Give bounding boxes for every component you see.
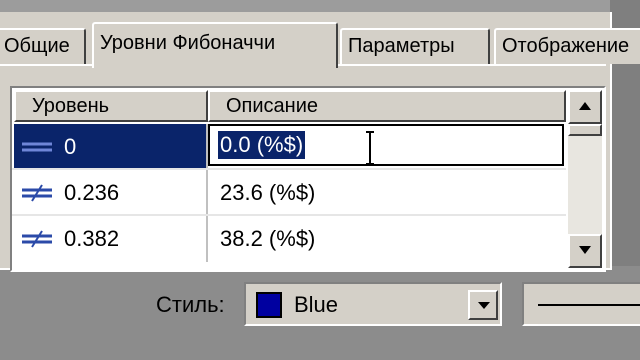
color-name: Blue <box>294 292 339 317</box>
level-value: 0.236 <box>64 180 120 205</box>
style-label: Стиль: <box>156 292 225 317</box>
column-header-description[interactable]: Описание <box>208 90 566 122</box>
table-row[interactable]: 0.382 38.2 (%$) <box>14 216 568 262</box>
vertical-scrollbar[interactable] <box>568 90 602 268</box>
scroll-up-button[interactable] <box>568 90 602 124</box>
level-value: 0 <box>64 134 77 159</box>
line-style-select[interactable] <box>522 282 640 326</box>
levels-list[interactable]: Уровень Описание 0 0.0 (%$) 0.236 23.6 (… <box>10 86 606 272</box>
level-cell[interactable]: 0.236 <box>14 170 206 216</box>
tab-fibonacci-levels[interactable]: Уровни Фибоначчи <box>92 22 338 68</box>
level-value: 0.382 <box>64 226 120 251</box>
text-cursor-icon <box>366 131 374 165</box>
dropdown-button[interactable] <box>468 290 498 320</box>
description-cell[interactable]: 23.6 (%$) <box>208 170 566 216</box>
tab-parameters[interactable]: Параметры <box>340 28 490 64</box>
description-edit-text[interactable]: 0.0 (%$) <box>218 131 306 159</box>
tab-strip: Общие Параметры Отображение Уровни Фибон… <box>0 18 640 70</box>
table-row[interactable]: 0 0.0 (%$) <box>14 124 568 170</box>
scroll-thumb[interactable] <box>568 124 602 136</box>
description-value: 38.2 (%$) <box>220 226 316 251</box>
arrow-down-icon <box>579 246 591 254</box>
column-header-level[interactable]: Уровень <box>14 90 208 122</box>
arrow-up-icon <box>579 102 591 110</box>
tab-display[interactable]: Отображение <box>494 28 640 64</box>
description-cell[interactable]: 0.0 (%$) <box>208 124 566 170</box>
description-value: 23.6 (%$) <box>220 180 316 205</box>
description-cell[interactable]: 38.2 (%$) <box>208 216 566 262</box>
style-color-select[interactable]: Blue <box>244 282 502 326</box>
list-header: Уровень Описание <box>14 90 568 122</box>
level-cell[interactable]: 0 <box>14 124 206 170</box>
fibonacci-properties-dialog: Общие Параметры Отображение Уровни Фибон… <box>0 12 640 272</box>
color-swatch <box>256 292 282 318</box>
line-style-sample <box>538 304 640 306</box>
table-row[interactable]: 0.236 23.6 (%$) <box>14 170 568 216</box>
description-edit-field[interactable]: 0.0 (%$) <box>208 124 564 166</box>
level-cell[interactable]: 0.382 <box>14 216 206 262</box>
fibo-line-icon <box>22 230 52 248</box>
tab-panel: Уровень Описание 0 0.0 (%$) 0.236 23.6 (… <box>0 64 606 272</box>
scroll-down-button[interactable] <box>568 234 602 268</box>
arrow-down-icon <box>478 302 490 309</box>
fibo-line-icon <box>22 142 52 152</box>
tab-general[interactable]: Общие <box>0 28 86 64</box>
fibo-line-icon <box>22 184 52 202</box>
